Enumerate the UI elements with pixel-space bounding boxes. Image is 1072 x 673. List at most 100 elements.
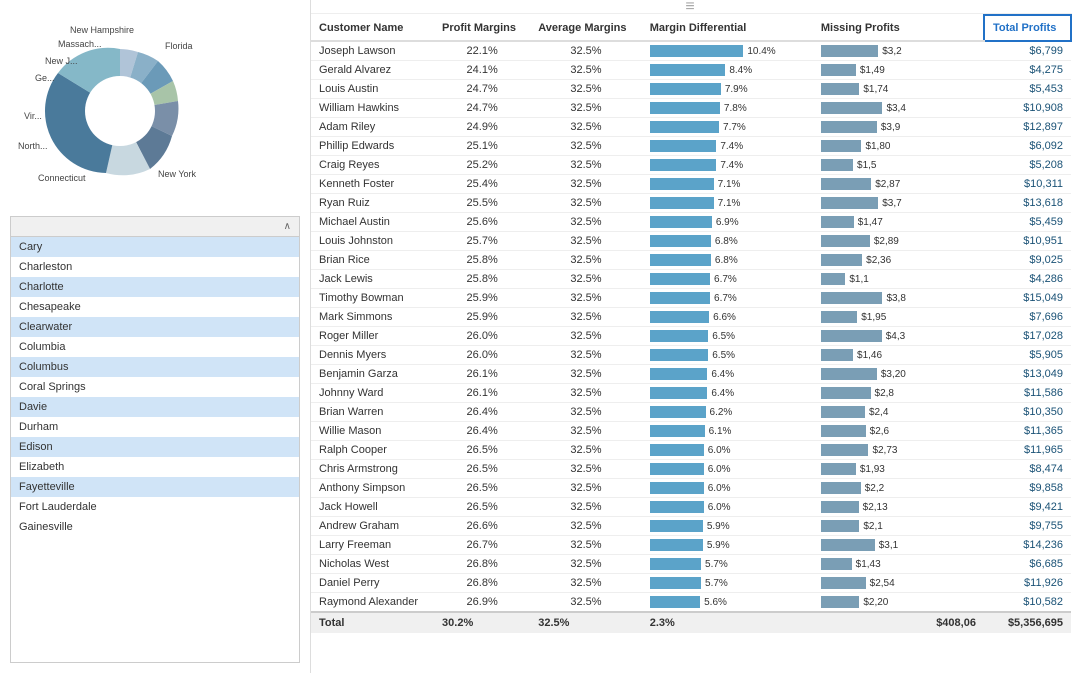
cell-missing: $2,4: [813, 403, 984, 422]
cell-avg: 32.5%: [530, 61, 641, 80]
cell-profit: 25.2%: [434, 156, 530, 175]
cell-name: Benjamin Garza: [311, 365, 434, 384]
table-row: William Hawkins24.7%32.5%7.8%$3,4$10,908: [311, 99, 1071, 118]
cell-avg: 32.5%: [530, 365, 641, 384]
list-item[interactable]: Fayetteville: [11, 477, 299, 497]
cell-name: Phillip Edwards: [311, 137, 434, 156]
cell-diff: 6.5%: [642, 327, 813, 346]
list-item[interactable]: Charleston: [11, 257, 299, 277]
cell-profit: 26.1%: [434, 365, 530, 384]
cell-profit: 25.6%: [434, 213, 530, 232]
cell-name: Ralph Cooper: [311, 441, 434, 460]
list-item[interactable]: Davie: [11, 397, 299, 417]
table-row: Dennis Myers26.0%32.5%6.5%$1,46$5,905: [311, 346, 1071, 365]
list-item[interactable]: Gainesville: [11, 517, 299, 537]
data-table: Customer NameProfit MarginsAverage Margi…: [311, 14, 1072, 633]
cell-total: $13,049: [984, 365, 1071, 384]
table-row: Louis Johnston25.7%32.5%6.8%$2,89$10,951: [311, 232, 1071, 251]
cell-diff: 7.9%: [642, 80, 813, 99]
footer-cell-3: 2.3%: [642, 612, 813, 633]
cell-profit: 25.9%: [434, 308, 530, 327]
cell-diff: 6.8%: [642, 232, 813, 251]
cell-name: Jack Lewis: [311, 270, 434, 289]
footer-cell-0: Total: [311, 612, 434, 633]
table-row: Johnny Ward26.1%32.5%6.4%$2,8$11,586: [311, 384, 1071, 403]
list-item[interactable]: Coral Springs: [11, 377, 299, 397]
cell-missing: $1,46: [813, 346, 984, 365]
list-item[interactable]: Clearwater: [11, 317, 299, 337]
cell-avg: 32.5%: [530, 137, 641, 156]
cell-avg: 32.5%: [530, 118, 641, 137]
cell-avg: 32.5%: [530, 232, 641, 251]
list-item[interactable]: Cary: [11, 237, 299, 257]
list-item[interactable]: Durham: [11, 417, 299, 437]
list-item[interactable]: Chesapeake: [11, 297, 299, 317]
cell-diff: 6.4%: [642, 384, 813, 403]
cell-missing: $3,8: [813, 289, 984, 308]
cell-avg: 32.5%: [530, 80, 641, 99]
table-row: Benjamin Garza26.1%32.5%6.4%$3,20$13,049: [311, 365, 1071, 384]
cell-diff: 7.1%: [642, 194, 813, 213]
cell-missing: $2,89: [813, 232, 984, 251]
table-row: Larry Freeman26.7%32.5%5.9%$3,1$14,236: [311, 536, 1071, 555]
cell-missing: $2,1: [813, 517, 984, 536]
cell-name: Gerald Alvarez: [311, 61, 434, 80]
sort-icon: ∧: [284, 221, 291, 232]
cell-total: $15,049: [984, 289, 1071, 308]
cell-name: Brian Rice: [311, 251, 434, 270]
list-header[interactable]: ∧: [10, 216, 300, 237]
col-header-name: Customer Name: [311, 15, 434, 41]
cell-profit: 25.9%: [434, 289, 530, 308]
cell-missing: $1,47: [813, 213, 984, 232]
cell-avg: 32.5%: [530, 41, 641, 61]
table-row: Michael Austin25.6%32.5%6.9%$1,47$5,459: [311, 213, 1071, 232]
cell-total: $11,926: [984, 574, 1071, 593]
list-item[interactable]: Elizabeth: [11, 457, 299, 477]
cell-profit: 26.4%: [434, 403, 530, 422]
cell-avg: 32.5%: [530, 194, 641, 213]
table-row: Brian Warren26.4%32.5%6.2%$2,4$10,350: [311, 403, 1071, 422]
cell-avg: 32.5%: [530, 99, 641, 118]
cell-missing: $2,8: [813, 384, 984, 403]
cell-diff: 5.6%: [642, 593, 813, 613]
cell-avg: 32.5%: [530, 308, 641, 327]
cell-missing: $1,95: [813, 308, 984, 327]
table-row: Anthony Simpson26.5%32.5%6.0%$2,2$9,858: [311, 479, 1071, 498]
table-row: Timothy Bowman25.9%32.5%6.7%$3,8$15,049: [311, 289, 1071, 308]
cell-profit: 25.8%: [434, 251, 530, 270]
list-item[interactable]: Edison: [11, 437, 299, 457]
cell-diff: 6.7%: [642, 289, 813, 308]
cell-avg: 32.5%: [530, 574, 641, 593]
cell-total: $8,474: [984, 460, 1071, 479]
footer-cell-2: 32.5%: [530, 612, 641, 633]
cell-avg: 32.5%: [530, 555, 641, 574]
list-item[interactable]: Fort Lauderdale: [11, 497, 299, 517]
cell-total: $10,311: [984, 175, 1071, 194]
table-row: Daniel Perry26.8%32.5%5.7%$2,54$11,926: [311, 574, 1071, 593]
cell-missing: $1,43: [813, 555, 984, 574]
table-row: Roger Miller26.0%32.5%6.5%$4,3$17,028: [311, 327, 1071, 346]
cell-diff: 6.4%: [642, 365, 813, 384]
cell-profit: 25.8%: [434, 270, 530, 289]
cell-name: Anthony Simpson: [311, 479, 434, 498]
cell-profit: 26.5%: [434, 441, 530, 460]
cell-diff: 5.7%: [642, 555, 813, 574]
cell-profit: 25.7%: [434, 232, 530, 251]
cell-name: Roger Miller: [311, 327, 434, 346]
cell-profit: 25.4%: [434, 175, 530, 194]
list-item[interactable]: Columbus: [11, 357, 299, 377]
table-row: Phillip Edwards25.1%32.5%7.4%$1,80$6,092: [311, 137, 1071, 156]
donut-chart: New Hampshire Massach... New J... Ge... …: [10, 21, 230, 201]
table-row: Willie Mason26.4%32.5%6.1%$2,6$11,365: [311, 422, 1071, 441]
cell-profit: 26.5%: [434, 460, 530, 479]
list-item[interactable]: Charlotte: [11, 277, 299, 297]
table-row: Ryan Ruiz25.5%32.5%7.1%$3,7$13,618: [311, 194, 1071, 213]
list-item[interactable]: Columbia: [11, 337, 299, 357]
city-list[interactable]: CaryCharlestonCharlotteChesapeakeClearwa…: [10, 237, 300, 663]
cell-avg: 32.5%: [530, 175, 641, 194]
cell-profit: 26.0%: [434, 346, 530, 365]
cell-diff: 6.9%: [642, 213, 813, 232]
cell-total: $11,965: [984, 441, 1071, 460]
table-row: Craig Reyes25.2%32.5%7.4%$1,5$5,208: [311, 156, 1071, 175]
cell-name: Daniel Perry: [311, 574, 434, 593]
